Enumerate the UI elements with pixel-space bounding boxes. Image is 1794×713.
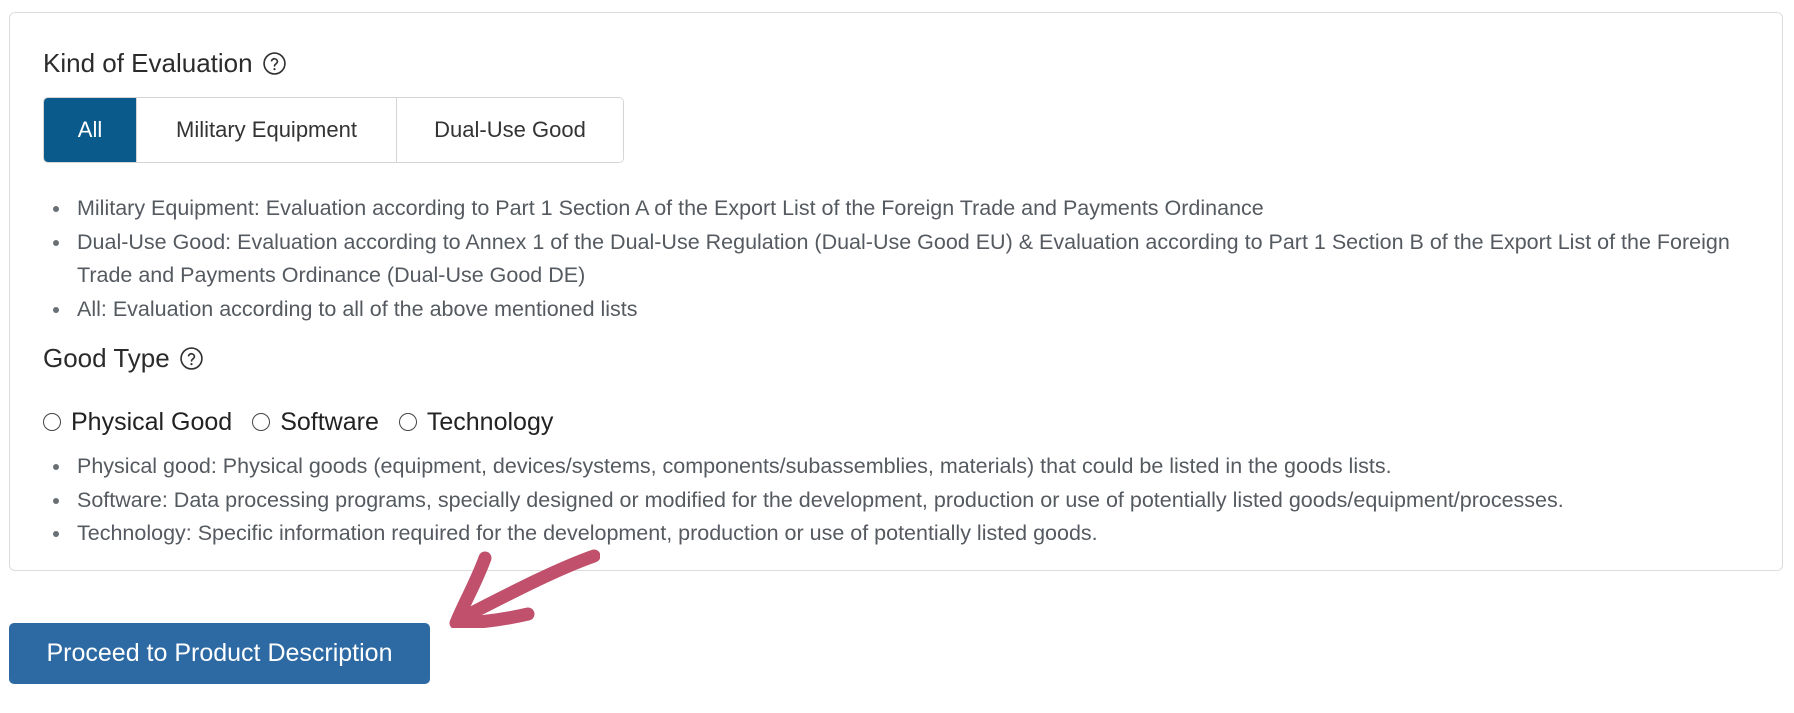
good-type-title: Good Type (43, 343, 170, 373)
evaluation-option-dual-use-good[interactable]: Dual-Use Good (396, 98, 623, 162)
evaluation-description-item: Dual-Use Good: Evaluation according to A… (53, 226, 1787, 293)
evaluation-kind-toggle: All Military Equipment Dual-Use Good (43, 97, 624, 163)
radio-button[interactable] (252, 413, 271, 431)
evaluation-description-item: Military Equipment: Evaluation according… (53, 192, 1787, 226)
evaluation-description-item: All: Evaluation according to all of the … (53, 293, 1787, 327)
good-type-description-item: Software: Data processing programs, spec… (53, 484, 1787, 518)
kind-of-evaluation-heading: Kind of Evaluation (43, 48, 287, 79)
hand-drawn-arrow-icon (449, 549, 600, 628)
radio-physical-good[interactable]: Physical Good (43, 408, 232, 437)
good-type-description-item: Physical good: Physical goods (equipment… (53, 450, 1787, 484)
radio-button[interactable] (398, 413, 417, 431)
evaluation-settings-card: Kind of Evaluation All Military Equipmen… (9, 12, 1783, 571)
good-type-heading: Good Type (43, 343, 204, 374)
radio-label: Technology (426, 407, 554, 436)
question-circle-icon[interactable] (179, 346, 204, 371)
radio-label: Physical Good (71, 407, 233, 436)
evaluation-description-list: Military Equipment: Evaluation according… (43, 192, 1787, 326)
radio-technology[interactable]: Technology (398, 407, 554, 437)
kind-of-evaluation-title: Kind of Evaluation (43, 48, 253, 78)
radio-label: Software (280, 407, 379, 436)
proceed-to-product-description-button[interactable]: Proceed to Product Description (9, 623, 430, 684)
good-type-description-list: Physical good: Physical goods (equipment… (43, 450, 1787, 551)
radio-button[interactable] (43, 413, 61, 431)
good-type-radio-group: Physical Good Software Technology (43, 405, 573, 439)
radio-software[interactable]: Software (252, 408, 379, 437)
question-circle-icon[interactable] (262, 51, 287, 76)
good-type-description-item: Technology: Specific information require… (53, 517, 1787, 551)
evaluation-option-all[interactable]: All (44, 98, 136, 162)
evaluation-option-military-equipment[interactable]: Military Equipment (136, 98, 396, 162)
